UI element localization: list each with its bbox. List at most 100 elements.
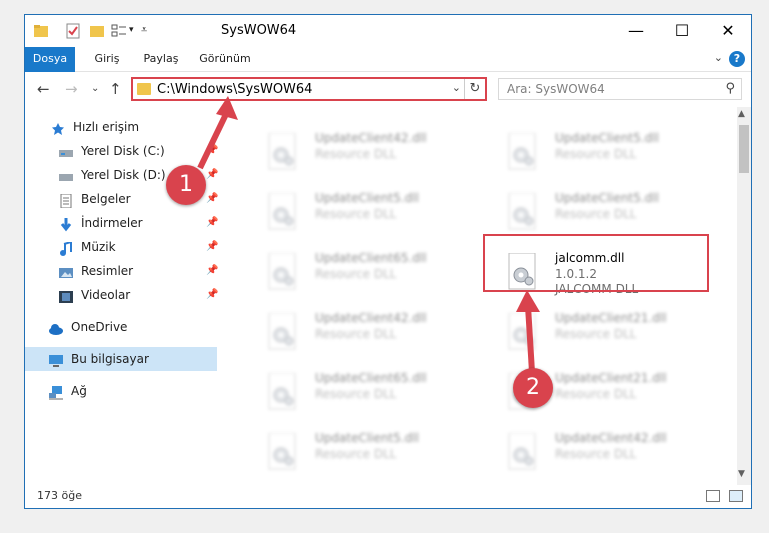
sidebar-item-local-disk-c[interactable]: Yerel Disk (C:) 📌 xyxy=(59,139,221,163)
navigation-pane: Hızlı erişim Yerel Disk (C:) 📌 Yerel Dis… xyxy=(25,107,221,477)
item-count: 173 öğe xyxy=(37,489,82,502)
address-path[interactable]: C:\Windows\SysWOW64 xyxy=(157,82,312,97)
dll-file-icon xyxy=(507,312,539,353)
dll-file-icon xyxy=(507,432,539,473)
dll-file-icon xyxy=(267,312,299,353)
new-folder-icon[interactable] xyxy=(89,23,105,39)
dll-file-icon xyxy=(267,372,299,413)
folder-icon xyxy=(33,23,49,39)
video-icon xyxy=(59,288,73,303)
pin-icon: 📌 xyxy=(206,289,219,300)
computer-icon xyxy=(49,352,63,367)
tab-share[interactable]: Paylaş xyxy=(137,47,185,71)
sidebar-item-downloads[interactable]: İndirmeler 📌 xyxy=(59,211,221,235)
cloud-icon xyxy=(49,320,63,335)
details-view-icon[interactable] xyxy=(706,490,720,502)
title-bar: ▾ ⩡ SysWOW64 — ☐ ✕ xyxy=(25,15,751,47)
file-name: UpdateClient5.dll xyxy=(315,191,419,205)
file-name: UpdateClient21.dll xyxy=(555,311,667,325)
scroll-down-icon[interactable]: ▼ xyxy=(738,469,745,479)
file-name: UpdateClient42.dll xyxy=(315,131,427,145)
picture-icon xyxy=(59,264,73,278)
drive-icon xyxy=(59,144,73,158)
help-button[interactable]: ? xyxy=(729,51,745,67)
file-name: UpdateClient5.dll xyxy=(315,431,419,445)
sidebar-item-videos[interactable]: Videolar 📌 xyxy=(59,283,221,307)
tab-view[interactable]: Görünüm xyxy=(195,47,255,71)
scroll-up-icon[interactable]: ▲ xyxy=(738,109,745,119)
minimize-button[interactable]: — xyxy=(613,15,659,47)
file-description: Resource DLL xyxy=(315,267,397,281)
file-name: UpdateClient42.dll xyxy=(555,431,667,445)
ribbon-expand-icon[interactable]: ⌄ xyxy=(714,51,723,64)
ribbon-tabs: Dosya Giriş Paylaş Görünüm ⌄ ? xyxy=(25,47,751,103)
sidebar-item-this-pc[interactable]: Bu bilgisayar xyxy=(25,347,217,371)
file-description: Resource DLL xyxy=(555,387,637,401)
customize-toolbar-icon[interactable]: ⩡ xyxy=(141,23,157,39)
address-bar[interactable]: C:\Windows\SysWOW64 ⌄ ↻ xyxy=(131,77,487,101)
file-item[interactable]: UpdateClient42.dll Resource DLL xyxy=(243,307,473,363)
dll-file-icon xyxy=(507,192,539,233)
file-item[interactable]: UpdateClient42.dll Resource DLL xyxy=(243,127,473,183)
recent-locations-button[interactable]: ⌄ xyxy=(91,83,99,94)
pin-icon: 📌 xyxy=(206,241,219,252)
file-item[interactable]: UpdateClient5.dll Resource DLL xyxy=(243,427,473,477)
view-options-icon[interactable] xyxy=(111,23,127,39)
chevron-down-icon[interactable]: ⌄ xyxy=(452,81,461,94)
file-description: Resource DLL xyxy=(555,147,637,161)
file-name: UpdateClient65.dll xyxy=(315,251,427,265)
drive-icon xyxy=(59,168,73,182)
vertical-scrollbar[interactable]: ▲ ▼ xyxy=(737,107,751,485)
up-button[interactable]: ↑ xyxy=(109,80,122,98)
file-item[interactable]: UpdateClient5.dll Resource DLL xyxy=(483,127,713,183)
file-item[interactable]: UpdateClient65.dll Resource DLL xyxy=(243,247,473,303)
pin-icon: 📌 xyxy=(206,193,219,204)
dll-file-icon xyxy=(267,132,299,173)
dll-file-icon xyxy=(507,132,539,173)
folder-icon xyxy=(137,83,151,95)
file-description: Resource DLL xyxy=(555,447,637,461)
selected-file-highlight xyxy=(483,234,709,292)
tab-home[interactable]: Giriş xyxy=(85,47,129,71)
window-title: SysWOW64 xyxy=(221,23,297,38)
network-icon xyxy=(49,384,63,400)
search-icon[interactable]: ⚲ xyxy=(725,81,735,96)
pin-icon: 📌 xyxy=(206,217,219,228)
properties-icon[interactable] xyxy=(65,23,81,39)
document-icon xyxy=(59,192,73,209)
status-bar: 173 öğe xyxy=(25,485,751,508)
pin-icon: 📌 xyxy=(206,145,219,156)
file-description: Resource DLL xyxy=(555,327,637,341)
file-description: Resource DLL xyxy=(315,147,397,161)
file-name: UpdateClient5.dll xyxy=(555,191,659,205)
file-item[interactable]: UpdateClient65.dll Resource DLL xyxy=(243,367,473,423)
maximize-button[interactable]: ☐ xyxy=(659,15,705,47)
pin-icon: 📌 xyxy=(206,265,219,276)
dll-file-icon xyxy=(267,252,299,293)
music-icon xyxy=(59,240,73,256)
sidebar-item-quick-access[interactable]: Hızlı erişim xyxy=(51,115,221,139)
sidebar-item-onedrive[interactable]: OneDrive xyxy=(49,315,221,339)
large-icons-view-icon[interactable] xyxy=(729,490,743,502)
file-description: Resource DLL xyxy=(315,387,397,401)
search-input[interactable]: Ara: SysWOW64 ⚲ xyxy=(498,78,742,100)
close-button[interactable]: ✕ xyxy=(705,15,751,47)
scrollbar-thumb[interactable] xyxy=(739,125,749,173)
step-1-badge: 1 xyxy=(166,165,206,205)
file-item[interactable]: UpdateClient42.dll Resource DLL xyxy=(483,427,713,477)
file-item[interactable]: UpdateClient21.dll Resource DLL xyxy=(483,307,713,363)
back-button[interactable]: ← xyxy=(37,80,50,98)
dll-file-icon xyxy=(267,192,299,233)
file-item[interactable]: UpdateClient5.dll Resource DLL xyxy=(243,187,473,243)
search-placeholder: Ara: SysWOW64 xyxy=(507,82,605,96)
file-description: Resource DLL xyxy=(315,447,397,461)
sidebar-item-music[interactable]: Müzik 📌 xyxy=(59,235,221,259)
sidebar-item-pictures[interactable]: Resimler 📌 xyxy=(59,259,221,283)
file-description: Resource DLL xyxy=(555,207,637,221)
forward-button[interactable]: → xyxy=(65,80,78,98)
explorer-window: ▾ ⩡ SysWOW64 — ☐ ✕ Dosya Giriş Paylaş Gö… xyxy=(24,14,752,509)
file-name: UpdateClient5.dll xyxy=(555,131,659,145)
sidebar-item-network[interactable]: Ağ xyxy=(49,379,221,403)
refresh-button[interactable]: ↻ xyxy=(464,79,485,99)
dll-file-icon xyxy=(267,432,299,473)
